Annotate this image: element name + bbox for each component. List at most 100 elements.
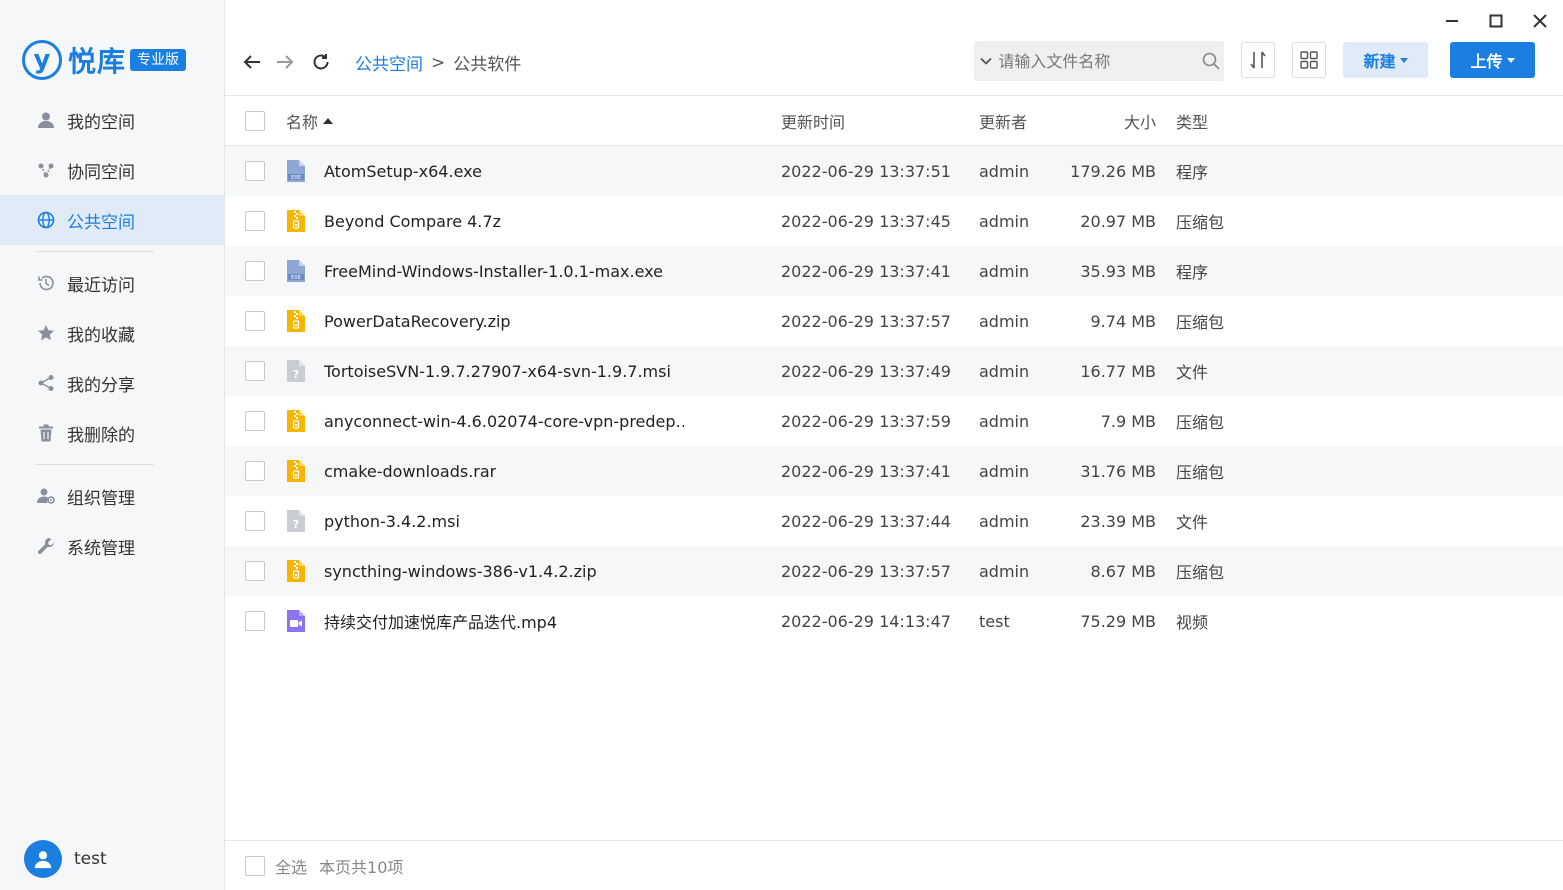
file-updated-time: 2022-06-29 13:37:44 — [781, 511, 951, 531]
file-row[interactable]: EXE AtomSetup-x64.exe 2022-06-29 13:37:51 a… — [225, 146, 1563, 196]
search-scope-dropdown[interactable] — [974, 41, 998, 81]
app-window: y 悦库 专业版 我的空间 协同空间 公共空间 最近访问 我的收藏 我的分享 我删除的 组织管… — [0, 0, 1563, 890]
header-time[interactable]: 更新时间 — [781, 96, 845, 146]
file-updater: test — [979, 611, 1010, 631]
file-row[interactable]: PowerDataRecovery.zip 2022-06-29 13:37:57… — [225, 296, 1563, 346]
row-checkbox[interactable] — [245, 411, 265, 431]
file-name[interactable]: 持续交付加速悦库产品迭代.mp4 — [324, 596, 557, 646]
sort-button[interactable] — [1241, 42, 1275, 78]
unknown-file-icon: ? — [285, 346, 307, 396]
sidebar-item-user[interactable]: 我的空间 — [0, 95, 224, 145]
close-button[interactable] — [1529, 10, 1551, 32]
nav-divider — [36, 464, 154, 465]
sidebar-item-org[interactable]: 组织管理 — [0, 471, 224, 521]
file-type: 视频 — [1176, 613, 1209, 632]
select-all-checkbox[interactable] — [245, 111, 265, 131]
org-icon — [37, 487, 55, 505]
sidebar-item-label: 最近访问 — [67, 275, 135, 296]
header-name[interactable]: 名称 — [286, 96, 334, 146]
sidebar-item-label: 组织管理 — [67, 488, 135, 509]
footer-select-all-checkbox[interactable] — [245, 855, 265, 876]
breadcrumb-parent[interactable]: 公共空间 — [355, 50, 423, 75]
zip-file-icon — [285, 446, 307, 496]
file-row[interactable]: syncthing-windows-386-v1.4.2.zip 2022-06-… — [225, 546, 1563, 596]
file-name[interactable]: cmake-downloads.rar — [324, 446, 496, 496]
sidebar-item-star[interactable]: 我的收藏 — [0, 308, 224, 358]
row-checkbox[interactable] — [245, 511, 265, 531]
share-icon — [37, 374, 55, 392]
row-checkbox[interactable] — [245, 311, 265, 331]
row-checkbox[interactable] — [245, 361, 265, 381]
file-updater: admin — [979, 461, 1030, 481]
user-profile[interactable]: test — [24, 840, 107, 878]
row-checkbox[interactable] — [245, 261, 265, 281]
file-name[interactable]: AtomSetup-x64.exe — [324, 146, 482, 196]
arrow-left-icon — [243, 55, 260, 69]
header-type[interactable]: 类型 — [1176, 96, 1208, 146]
new-button[interactable]: 新建 — [1343, 42, 1428, 78]
breadcrumb-separator: > — [431, 52, 446, 73]
file-row[interactable]: cmake-downloads.rar 2022-06-29 13:37:41 ad… — [225, 446, 1563, 496]
search-button[interactable] — [1198, 41, 1224, 81]
file-row[interactable]: Beyond Compare 4.7z 2022-06-29 13:37:45 ad… — [225, 196, 1563, 246]
select-all-label[interactable]: 全选 — [275, 854, 307, 878]
sort-ascending-icon — [323, 118, 334, 124]
view-toggle-button[interactable] — [1292, 42, 1326, 78]
file-updated-time: 2022-06-29 13:37:59 — [781, 411, 951, 431]
row-checkbox[interactable] — [245, 211, 265, 231]
upload-button-label: 上传 — [1470, 52, 1503, 71]
file-updated-time: 2022-06-29 13:37:45 — [781, 211, 951, 231]
item-count: 本页共10项 — [319, 857, 404, 877]
forward-button[interactable] — [273, 50, 297, 74]
search-input[interactable] — [998, 51, 1199, 71]
minimize-button[interactable] — [1441, 10, 1463, 32]
file-name[interactable]: syncthing-windows-386-v1.4.2.zip — [324, 546, 597, 596]
header-user[interactable]: 更新者 — [979, 96, 1027, 146]
file-name[interactable]: FreeMind-Windows-Installer-1.0.1-max.exe — [324, 246, 663, 296]
close-icon — [1533, 14, 1547, 28]
row-checkbox[interactable] — [245, 461, 265, 481]
row-checkbox[interactable] — [245, 161, 265, 181]
refresh-button[interactable] — [309, 50, 333, 74]
file-name[interactable]: PowerDataRecovery.zip — [324, 296, 511, 346]
file-row[interactable]: ? python-3.4.2.msi 2022-06-29 13:37:44 admi… — [225, 496, 1563, 546]
sidebar-item-wrench[interactable]: 系统管理 — [0, 521, 224, 571]
row-checkbox[interactable] — [245, 561, 265, 581]
row-checkbox-cell — [245, 296, 265, 346]
file-name[interactable]: python-3.4.2.msi — [324, 496, 460, 546]
header-size[interactable]: 大小 — [1055, 96, 1156, 146]
row-checkbox-cell — [245, 146, 265, 196]
file-size: 75.29 MB — [1080, 611, 1156, 631]
exe-file-icon: EXE — [285, 146, 307, 196]
file-name[interactable]: TortoiseSVN-1.9.7.27907-x64-svn-1.9.7.ms… — [324, 346, 671, 396]
sidebar-item-history[interactable]: 最近访问 — [0, 258, 224, 308]
back-button[interactable] — [240, 50, 264, 74]
toolbar: 公共空间 > 公共软件 新建 — [225, 40, 1563, 84]
upload-button[interactable]: 上传 — [1450, 42, 1535, 78]
sidebar-item-globe[interactable]: 公共空间 — [0, 195, 224, 245]
file-updater: admin — [979, 411, 1030, 431]
sidebar-item-label: 系统管理 — [67, 538, 135, 559]
sidebar-item-trash[interactable]: 我删除的 — [0, 408, 224, 458]
file-name[interactable]: anyconnect-win-4.6.02074-core-vpn-predep… — [324, 396, 684, 446]
caret-down-icon — [1399, 57, 1408, 63]
avatar[interactable] — [24, 840, 62, 878]
arrow-right-icon — [277, 55, 294, 69]
sidebar-nav: 我的空间 协同空间 公共空间最近访问我的收藏 我的分享 我删除的组织管理系统管理 — [0, 95, 224, 571]
file-row[interactable]: EXE FreeMind-Windows-Installer-1.0.1-max.… — [225, 246, 1563, 296]
file-row[interactable]: 持续交付加速悦库产品迭代.mp4 2022-06-29 14:13:47 test 7… — [225, 596, 1563, 646]
main-panel: 公共空间 > 公共软件 新建 — [225, 0, 1563, 890]
table-footer: 全选 本页共10项 — [225, 840, 1563, 890]
file-row[interactable]: anyconnect-win-4.6.02074-core-vpn-predep… — [225, 396, 1563, 446]
file-row[interactable]: ? TortoiseSVN-1.9.7.27907-x64-svn-1.9.7.m… — [225, 346, 1563, 396]
file-name[interactable]: Beyond Compare 4.7z — [324, 196, 501, 246]
file-updater: admin — [979, 311, 1030, 331]
file-type: 压缩包 — [1176, 213, 1225, 232]
sidebar-item-collab[interactable]: 协同空间 — [0, 145, 224, 195]
chevron-down-icon — [980, 57, 992, 65]
sidebar-item-share[interactable]: 我的分享 — [0, 358, 224, 408]
row-checkbox[interactable] — [245, 611, 265, 631]
maximize-button[interactable] — [1485, 10, 1507, 32]
trash-icon — [37, 424, 55, 442]
file-size: 16.77 MB — [1080, 361, 1156, 381]
